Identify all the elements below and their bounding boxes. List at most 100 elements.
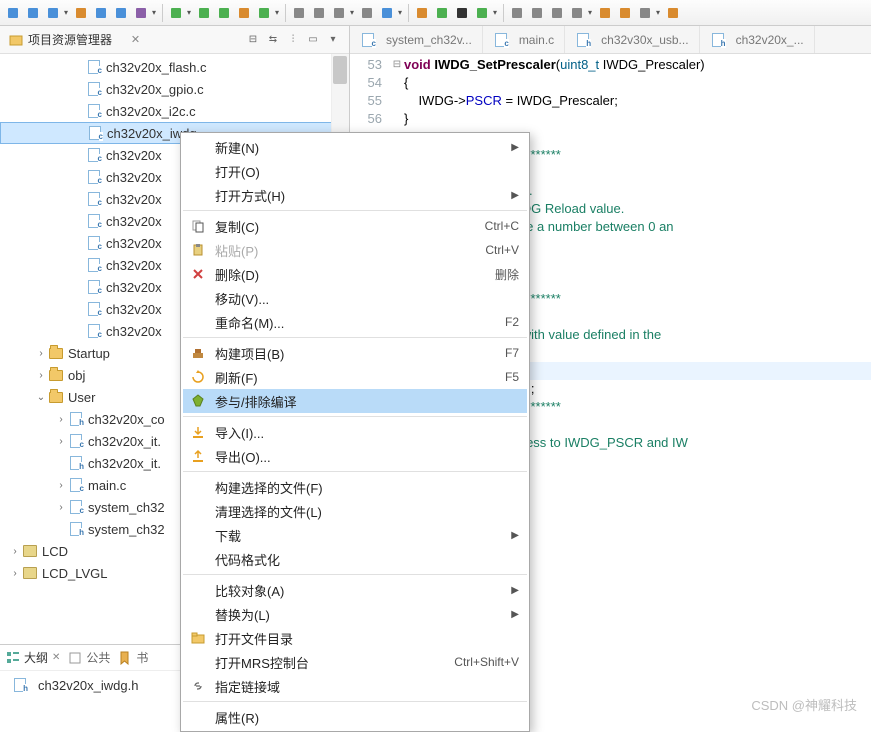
editor-tab[interactable]: ch32v20x_...: [700, 26, 815, 53]
toolbar-drop1-icon[interactable]: [310, 4, 328, 22]
toolbar-indent-icon[interactable]: [528, 4, 546, 22]
menu-item[interactable]: 删除(D)删除: [183, 262, 527, 286]
tab-bookmark[interactable]: 书: [118, 649, 148, 666]
blank-icon: [187, 708, 209, 726]
menu-item[interactable]: 导出(O)...: [183, 444, 527, 468]
toolbar-arrow-icon[interactable]: [664, 4, 682, 22]
menu-item[interactable]: 打开方式(H)▶: [183, 183, 527, 207]
copy-icon: [187, 217, 209, 235]
menu-item[interactable]: 构建选择的文件(F): [183, 475, 527, 499]
blank-icon: [187, 653, 209, 671]
tree-item[interactable]: ch32v20x_flash.c: [0, 56, 349, 78]
menu-item[interactable]: 代码格式化: [183, 547, 527, 571]
import-icon: [187, 423, 209, 441]
toolbar-up-icon[interactable]: [215, 4, 233, 22]
toolbar-grid-icon[interactable]: [132, 4, 150, 22]
toolbar-script-icon[interactable]: [433, 4, 451, 22]
menu-item[interactable]: 下载▶: [183, 523, 527, 547]
link-icon: [187, 677, 209, 695]
toolbar-clip-icon[interactable]: [636, 4, 654, 22]
menu-item[interactable]: 打开MRS控制台Ctrl+Shift+V: [183, 650, 527, 674]
tree-item[interactable]: ch32v20x_gpio.c: [0, 78, 349, 100]
toolbar-list-icon[interactable]: [568, 4, 586, 22]
tab-outline[interactable]: 大纲 ✕: [6, 649, 60, 666]
compile-icon: [187, 392, 209, 410]
menu-item[interactable]: 属性(R): [183, 705, 527, 729]
toolbar-db-icon[interactable]: [72, 4, 90, 22]
menu-item[interactable]: 指定链接域: [183, 674, 527, 698]
blank-icon: [187, 526, 209, 544]
toolbar-bug-icon[interactable]: [473, 4, 491, 22]
toolbar-tiles-icon[interactable]: [112, 4, 130, 22]
filter-icon[interactable]: ⫶: [285, 34, 301, 45]
menu-item[interactable]: 比较对象(A)▶: [183, 578, 527, 602]
code-line: 53⊟void IWDG_SetPrescaler(uint8_t IWDG_P…: [350, 56, 871, 74]
toolbar-gear-icon[interactable]: [378, 4, 396, 22]
refresh-icon: [187, 368, 209, 386]
menu-item[interactable]: 构建项目(B)F7: [183, 341, 527, 365]
export-icon: [187, 447, 209, 465]
toolbar-fwd-icon[interactable]: [616, 4, 634, 22]
code-line: 56}: [350, 110, 871, 128]
tree-item[interactable]: ch32v20x_i2c.c: [0, 100, 349, 122]
code-line: 54{: [350, 74, 871, 92]
toolbar-term-icon[interactable]: [453, 4, 471, 22]
toolbar-run-icon[interactable]: [167, 4, 185, 22]
menu-item[interactable]: 刷新(F)F5: [183, 365, 527, 389]
toolbar-book-icon[interactable]: [255, 4, 273, 22]
blank-icon: [187, 502, 209, 520]
tab-public[interactable]: 公共: [68, 649, 110, 666]
blank-icon: [187, 550, 209, 568]
toolbar-box-icon[interactable]: [235, 4, 253, 22]
menu-item[interactable]: 导入(I)...: [183, 420, 527, 444]
blank-icon: [187, 138, 209, 156]
menu-item[interactable]: 打开(O): [183, 159, 527, 183]
context-menu: 新建(N)▶打开(O)打开方式(H)▶ 复制(C)Ctrl+C粘贴(P)Ctrl+…: [180, 132, 530, 732]
blank-icon: [187, 289, 209, 307]
menu-icon[interactable]: ▾: [325, 34, 341, 45]
paste-icon: [187, 241, 209, 259]
toolbar-outdent-icon[interactable]: [508, 4, 526, 22]
editor-tab[interactable]: ch32v30x_usb...: [565, 26, 699, 53]
toolbar-back-icon[interactable]: [596, 4, 614, 22]
toolbar-drop2-icon[interactable]: [358, 4, 376, 22]
explorer-title: 项目资源管理器: [28, 31, 125, 48]
delete-icon: [187, 265, 209, 283]
toolbar-doc-icon[interactable]: [4, 4, 22, 22]
menu-item[interactable]: 重命名(M)...F2: [183, 310, 527, 334]
toolbar-dl-icon[interactable]: [195, 4, 213, 22]
toolbar-window-icon[interactable]: [92, 4, 110, 22]
watermark: CSDN @神耀科技: [751, 695, 857, 714]
explorer-header: 项目资源管理器 ✕ ⊟ ⇆ ⫶ ▭ ▾: [0, 26, 349, 54]
toolbar-search-icon[interactable]: [413, 4, 431, 22]
editor-tab[interactable]: system_ch32v...: [350, 26, 483, 53]
blank-icon: [187, 478, 209, 496]
menu-item[interactable]: 参与/排除编译: [183, 389, 527, 413]
toolbar-save-icon[interactable]: [24, 4, 42, 22]
code-line: 55 IWDG->PSCR = IWDG_Prescaler;: [350, 92, 871, 110]
explorer-icon: [8, 32, 24, 48]
menu-item[interactable]: 粘贴(P)Ctrl+V: [183, 238, 527, 262]
collapse-icon[interactable]: ⊟: [245, 34, 261, 45]
menu-item[interactable]: 替换为(L)▶: [183, 602, 527, 626]
toolbar-para-icon[interactable]: [548, 4, 566, 22]
blank-icon: [187, 581, 209, 599]
blank-icon: [187, 313, 209, 331]
toolbar-edit-icon[interactable]: [330, 4, 348, 22]
editor-tab[interactable]: main.c: [483, 26, 565, 53]
folder-icon: [187, 629, 209, 647]
menu-item[interactable]: 清理选择的文件(L): [183, 499, 527, 523]
main-toolbar: ▾▾▾▾▾▾▾▾▾: [0, 0, 871, 26]
build-icon: [187, 344, 209, 362]
blank-icon: [187, 186, 209, 204]
menu-item[interactable]: 复制(C)Ctrl+C: [183, 214, 527, 238]
menu-item[interactable]: 打开文件目录: [183, 626, 527, 650]
min-icon[interactable]: ▭: [305, 34, 321, 45]
toolbar-new-icon[interactable]: [290, 4, 308, 22]
menu-item[interactable]: 移动(V)...: [183, 286, 527, 310]
blank-icon: [187, 605, 209, 623]
toolbar-saveall-icon[interactable]: [44, 4, 62, 22]
menu-item[interactable]: 新建(N)▶: [183, 135, 527, 159]
close-icon[interactable]: ✕: [131, 33, 140, 46]
link-icon[interactable]: ⇆: [265, 34, 281, 45]
